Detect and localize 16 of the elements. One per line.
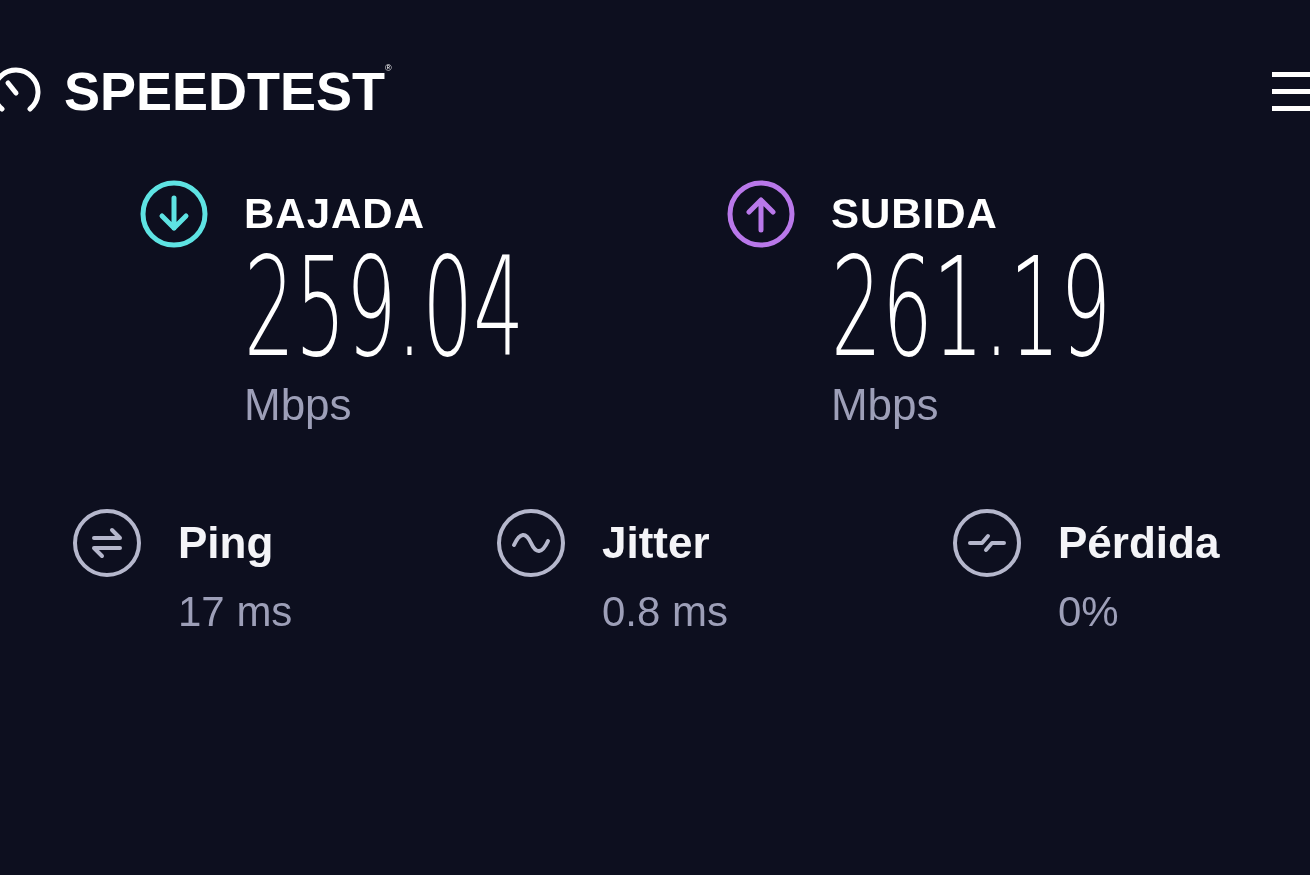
- speed-value: 259.04: [244, 248, 525, 368]
- speed-label: BAJADA: [244, 189, 426, 239]
- metric-value: 0.8 ms: [602, 588, 729, 636]
- speed-unit: Mbps: [244, 380, 353, 430]
- speed-label: SUBIDA: [830, 189, 999, 239]
- metric-label: Pérdida: [1058, 517, 1220, 569]
- logo-text: SPEEDTEST$^{®}$: [64, 64, 392, 118]
- metric-value: 0%: [1058, 588, 1120, 636]
- metric-label: Jitter: [602, 517, 711, 569]
- wave-icon: [496, 508, 566, 578]
- metric-label: Ping: [178, 517, 275, 569]
- menu-icon[interactable]: [1270, 70, 1310, 112]
- speed-value: 261.19: [830, 248, 1111, 368]
- arrows-icon: [72, 508, 142, 578]
- speed-unit: Mbps: [830, 380, 940, 430]
- metric-value: 17 ms: [178, 588, 293, 636]
